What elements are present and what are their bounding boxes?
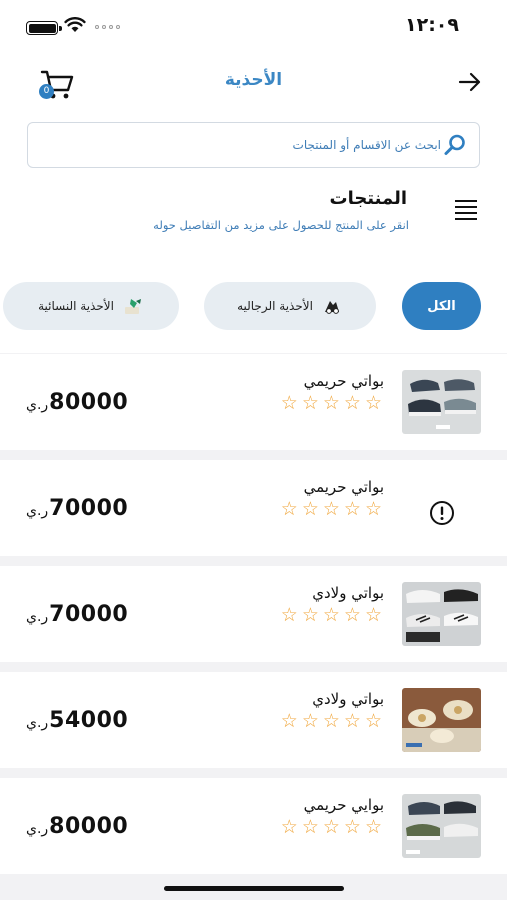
product-price: ر.ي 70000	[26, 602, 128, 627]
star-outline-icon: ☆	[364, 816, 382, 838]
missing-image-icon	[430, 501, 454, 525]
star-outline-icon: ☆	[343, 604, 361, 626]
product-card[interactable]: بواتي حريمي ☆ ☆ ☆ ☆ ☆ ر.ي 80000	[0, 354, 507, 450]
category-filter-bar: الكل الأحذية الرجاليه الأحذية النسائية	[0, 235, 507, 353]
rating-stars: ☆ ☆ ☆ ☆ ☆	[281, 394, 382, 413]
category-chip-all[interactable]: الكل	[402, 282, 481, 330]
star-outline-icon: ☆	[322, 710, 340, 732]
product-card[interactable]: بواتي ولادي ☆ ☆ ☆ ☆ ☆ ر.ي 70000	[0, 566, 507, 662]
product-price: ر.ي 70000	[26, 496, 128, 521]
home-indicator[interactable]	[164, 886, 344, 891]
women-shoe-icon	[122, 295, 144, 317]
star-outline-icon: ☆	[280, 710, 298, 732]
star-outline-icon: ☆	[280, 604, 298, 626]
back-arrow-icon[interactable]	[457, 69, 483, 95]
star-outline-icon: ☆	[364, 604, 382, 626]
product-card[interactable]: بواتي ولادي ☆ ☆ ☆ ☆ ☆ ر.ي 54000	[0, 672, 507, 768]
product-card[interactable]: بوايي حريمي ☆ ☆ ☆ ☆ ☆ ر.ي 80000	[0, 778, 507, 874]
star-outline-icon: ☆	[301, 710, 319, 732]
price-currency: ر.ي	[26, 397, 49, 413]
rating-stars: ☆ ☆ ☆ ☆ ☆	[281, 712, 382, 731]
star-outline-icon: ☆	[343, 816, 361, 838]
status-time: ١٢:٠٩	[405, 14, 459, 36]
product-image	[402, 688, 481, 752]
category-chip-label: الأحذية النسائية	[38, 299, 114, 313]
star-outline-icon: ☆	[280, 816, 298, 838]
category-chip-label: الأحذية الرجاليه	[237, 299, 313, 313]
product-image	[402, 582, 481, 646]
app-header: 0 الأحذية ابحث عن الاقسام أو المنتجات ال…	[0, 50, 507, 235]
product-name: بواتي حريمي	[303, 478, 384, 496]
men-shoe-icon	[321, 295, 343, 317]
star-outline-icon: ☆	[343, 392, 361, 414]
price-currency: ر.ي	[26, 609, 49, 625]
rating-stars: ☆ ☆ ☆ ☆ ☆	[281, 818, 382, 837]
price-value: 70000	[49, 496, 129, 521]
star-outline-icon: ☆	[322, 498, 340, 520]
star-outline-icon: ☆	[301, 816, 319, 838]
product-price: ر.ي 80000	[26, 390, 128, 415]
product-price: ر.ي 80000	[26, 814, 128, 839]
battery-icon	[26, 21, 62, 35]
star-outline-icon: ☆	[364, 710, 382, 732]
star-outline-icon: ☆	[364, 498, 382, 520]
rating-stars: ☆ ☆ ☆ ☆ ☆	[281, 606, 382, 625]
star-outline-icon: ☆	[301, 392, 319, 414]
product-price: ر.ي 54000	[26, 708, 128, 733]
search-input[interactable]: ابحث عن الاقسام أو المنتجات	[27, 122, 480, 168]
star-outline-icon: ☆	[322, 392, 340, 414]
wifi-icon	[64, 17, 86, 32]
product-name: بواتي ولادي	[312, 690, 384, 708]
rating-stars: ☆ ☆ ☆ ☆ ☆	[281, 500, 382, 519]
search-placeholder: ابحث عن الاقسام أو المنتجات	[292, 138, 441, 152]
category-chip-women-shoes[interactable]: الأحذية النسائية	[3, 282, 179, 330]
price-currency: ر.ي	[26, 821, 49, 837]
price-value: 70000	[49, 602, 129, 627]
price-currency: ر.ي	[26, 715, 49, 731]
status-bar: ١٢:٠٩	[0, 0, 507, 50]
product-name: بواتي ولادي	[312, 584, 384, 602]
product-image	[402, 794, 481, 858]
star-outline-icon: ☆	[280, 498, 298, 520]
price-value: 80000	[49, 814, 129, 839]
product-card[interactable]: بواتي حريمي ☆ ☆ ☆ ☆ ☆ ر.ي 70000	[0, 460, 507, 556]
category-chip-men-shoes[interactable]: الأحذية الرجاليه	[204, 282, 376, 330]
star-outline-icon: ☆	[364, 392, 382, 414]
star-outline-icon: ☆	[322, 816, 340, 838]
product-name: بوايي حريمي	[303, 796, 384, 814]
section-title: المنتجات	[329, 188, 407, 209]
star-outline-icon: ☆	[322, 604, 340, 626]
star-outline-icon: ☆	[343, 498, 361, 520]
section-hint: انقر على المنتج للحصول على مزيد من التفا…	[153, 218, 409, 232]
cellular-signal-icon	[95, 25, 120, 29]
product-image	[402, 370, 481, 434]
star-outline-icon: ☆	[301, 498, 319, 520]
star-outline-icon: ☆	[343, 710, 361, 732]
search-icon	[444, 134, 465, 155]
category-chip-label: الكل	[427, 298, 456, 314]
price-value: 54000	[49, 708, 129, 733]
price-value: 80000	[49, 390, 129, 415]
star-outline-icon: ☆	[301, 604, 319, 626]
star-outline-icon: ☆	[280, 392, 298, 414]
page-title: الأحذية	[224, 70, 283, 90]
price-currency: ر.ي	[26, 503, 49, 519]
product-name: بواتي حريمي	[303, 372, 384, 390]
menu-icon[interactable]	[455, 200, 477, 220]
